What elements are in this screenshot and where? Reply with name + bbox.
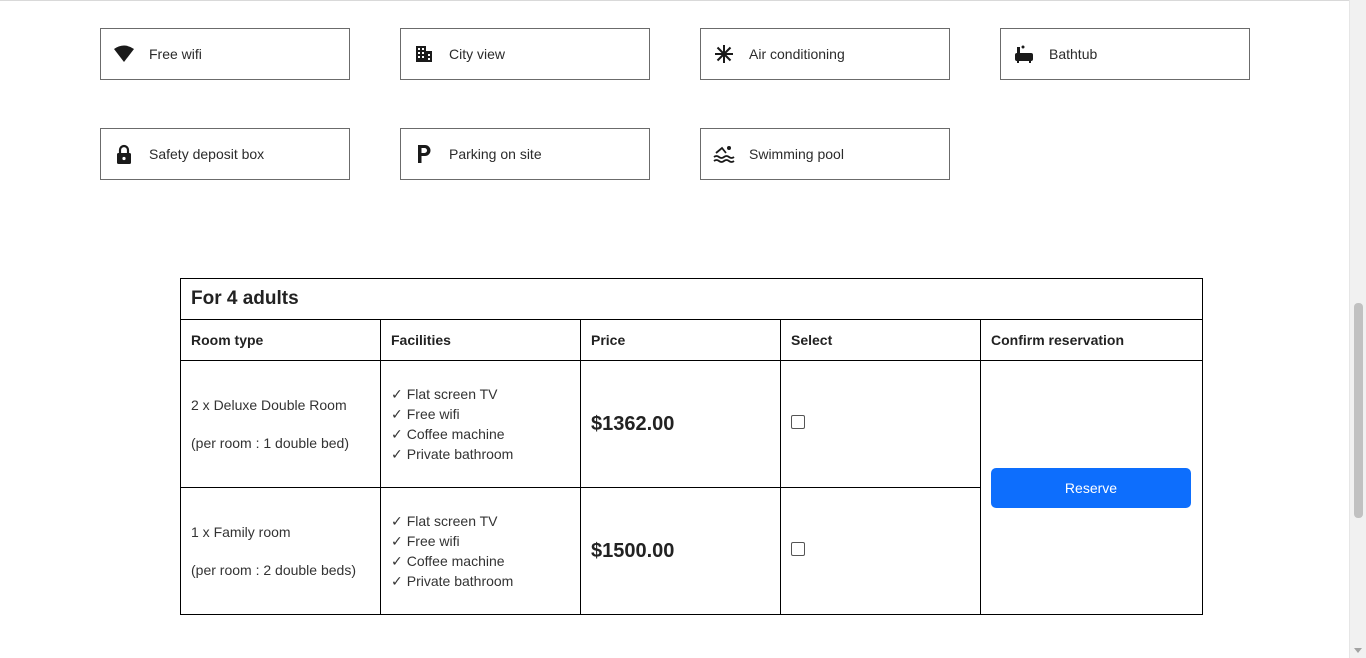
room-type-cell: 2 x Deluxe Double Room (per room : 1 dou… [180, 360, 381, 488]
facility-label: Free wifi [149, 46, 202, 62]
check-icon: ✓ [391, 513, 403, 529]
select-cell [780, 487, 981, 615]
wifi-icon [113, 43, 135, 65]
facility-label: Air conditioning [749, 46, 845, 62]
facility-parking-on-site: Parking on site [400, 128, 650, 180]
city-building-icon [413, 43, 435, 65]
table-row: 2 x Deluxe Double Room (per room : 1 dou… [180, 360, 1204, 615]
check-icon: ✓ [391, 573, 403, 589]
check-icon: ✓ [391, 386, 403, 402]
parking-icon [413, 143, 435, 165]
facility-label: Safety deposit box [149, 146, 265, 162]
facility-free-wifi: Free wifi [100, 28, 350, 80]
check-icon: ✓ [391, 553, 403, 569]
reservation-table: For 4 adults Room type Facilities Price … [179, 278, 1204, 615]
facility-label: City view [449, 46, 506, 62]
list-item: ✓ Coffee machine [391, 426, 505, 442]
facility-label: Bathtub [1049, 46, 1098, 62]
room-beds: (per room : 1 double bed) [191, 435, 349, 451]
list-item: ✓ Private bathroom [391, 446, 514, 462]
room-price: $1500.00 [591, 539, 675, 562]
select-room-checkbox[interactable] [791, 541, 805, 556]
room-beds: (per room : 2 double beds) [191, 562, 356, 578]
reserve-button[interactable]: Reserve [991, 467, 1191, 508]
price-cell: $1362.00 [580, 360, 781, 488]
lock-icon [113, 143, 135, 165]
list-item: ✓ Flat screen TV [391, 386, 498, 402]
room-price: $1362.00 [591, 412, 675, 435]
table-header-row: Room type Facilities Price Select Confir… [180, 319, 1204, 361]
list-item: ✓ Private bathroom [391, 573, 514, 589]
check-icon: ✓ [391, 406, 403, 422]
check-icon: ✓ [391, 426, 403, 442]
select-room-checkbox[interactable] [791, 414, 805, 429]
list-item: ✓ Free wifi [391, 533, 460, 549]
header-room-type: Room type [180, 319, 381, 361]
snowflake-icon [713, 43, 735, 65]
confirm-reservation-cell: Reserve [979, 360, 1204, 615]
room-name: 2 x Deluxe Double Room [191, 397, 347, 413]
room-type-cell: 1 x Family room (per room : 2 double bed… [180, 487, 381, 615]
header-confirm-reservation: Confirm reservation [979, 319, 1204, 361]
check-icon: ✓ [391, 533, 403, 549]
room-name: 1 x Family room [191, 524, 291, 540]
select-cell [780, 360, 981, 488]
list-item: ✓ Coffee machine [391, 553, 505, 569]
facility-safety-deposit-box: Safety deposit box [100, 128, 350, 180]
list-item: ✓ Free wifi [391, 406, 460, 422]
top-divider [0, 0, 1349, 1]
header-facilities: Facilities [380, 319, 581, 361]
facility-air-conditioning: Air conditioning [700, 28, 950, 80]
facility-swimming-pool: Swimming pool [700, 128, 950, 180]
facilities-cell: ✓ Flat screen TV ✓ Free wifi ✓ Coffee machi… [380, 360, 581, 488]
header-select: Select [780, 319, 981, 361]
facility-label: Parking on site [449, 146, 542, 162]
swimming-pool-icon [713, 143, 735, 165]
scroll-down-arrow-icon[interactable] [1354, 648, 1362, 653]
table-caption: For 4 adults [179, 278, 1204, 320]
scrollbar-thumb[interactable] [1354, 303, 1363, 518]
facilities-cell: ✓ Flat screen TV ✓ Free wifi ✓ Coffee machi… [380, 487, 581, 615]
facility-bathtub: Bathtub [1000, 28, 1250, 80]
facility-label: Swimming pool [749, 146, 844, 162]
page: Free wifi City view Air conditioning Bat… [0, 0, 1366, 658]
bathtub-icon [1013, 43, 1035, 65]
facility-city-view: City view [400, 28, 650, 80]
price-cell: $1500.00 [580, 487, 781, 615]
list-item: ✓ Flat screen TV [391, 513, 498, 529]
vertical-scrollbar[interactable] [1349, 0, 1366, 658]
check-icon: ✓ [391, 446, 403, 462]
header-price: Price [580, 319, 781, 361]
facility-list: ✓ Flat screen TV ✓ Free wifi ✓ Coffee machi… [391, 511, 570, 591]
facility-list: ✓ Flat screen TV ✓ Free wifi ✓ Coffee machi… [391, 384, 570, 464]
